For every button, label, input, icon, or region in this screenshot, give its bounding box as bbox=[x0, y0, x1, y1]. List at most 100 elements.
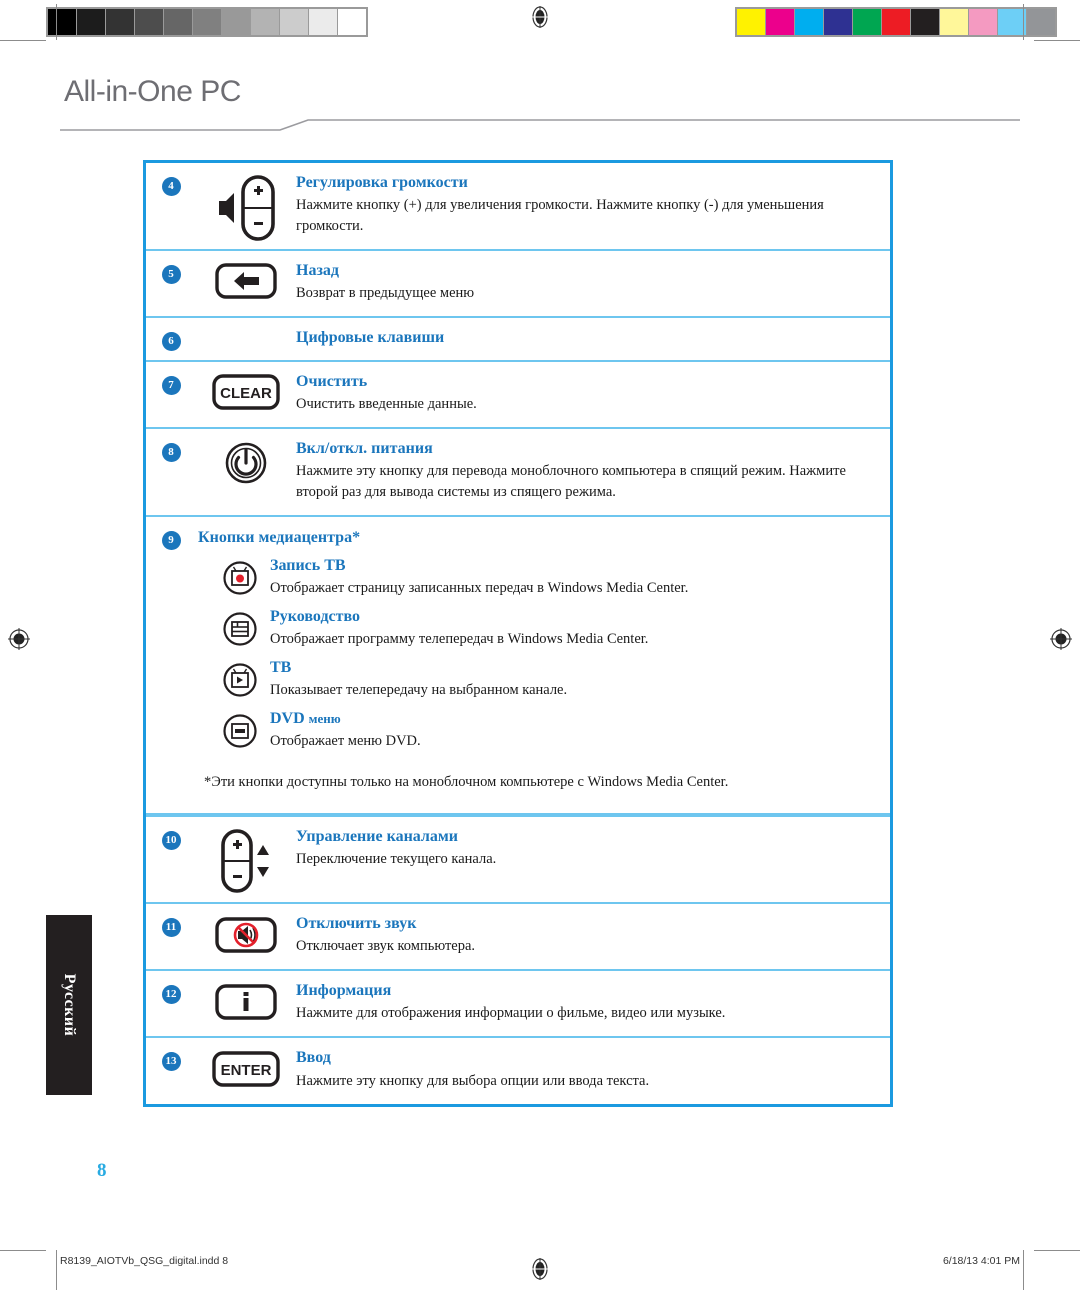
row-number-cell: 8 bbox=[146, 429, 196, 462]
row-title: Регулировка громкости bbox=[296, 174, 468, 191]
number-badge: 10 bbox=[161, 831, 181, 851]
row-description: Очистить введенные данные. bbox=[296, 395, 477, 412]
row-title: Информация bbox=[296, 982, 392, 1000]
guide-grid-icon bbox=[222, 611, 258, 652]
row-text-cell: Отключить звук Отключает звук компьютера… bbox=[296, 904, 890, 969]
calibration-swatch bbox=[48, 9, 76, 35]
calibration-swatch bbox=[135, 9, 163, 35]
number-badge: 4 bbox=[161, 177, 181, 196]
dvd-menu-icon bbox=[222, 713, 258, 754]
channel-rocker-icon bbox=[215, 827, 277, 902]
list-item: Запись ТВ Отображает страницу записанных… bbox=[210, 556, 874, 601]
media-center-item-list: Запись ТВ Отображает страницу записанных… bbox=[146, 550, 890, 754]
media-center-header: 9 Кнопки медиацентра* bbox=[146, 517, 890, 551]
calibration-swatch bbox=[853, 9, 881, 35]
row-title-main: DVD bbox=[270, 710, 305, 728]
list-item: Руководство Отображает программу телепер… bbox=[210, 607, 874, 652]
media-center-title: Кнопки медиацентра* bbox=[198, 529, 361, 547]
row-icon-cell bbox=[196, 251, 296, 306]
row-text-cell: Информация Нажмите для отображения инфор… bbox=[296, 971, 890, 1036]
row-number-cell: 6 bbox=[146, 318, 196, 352]
svg-text:CLEAR: CLEAR bbox=[220, 385, 272, 402]
table-row: 7 CLEAR Очистить Очистить введенные данн… bbox=[146, 362, 890, 429]
row-text-cell: Регулировка громкости Нажмите кнопку (+)… bbox=[296, 163, 890, 249]
row-title: DVD меню bbox=[270, 709, 874, 728]
row-number-cell: 7 bbox=[146, 362, 196, 395]
table-row: 13 ENTER Ввод Нажмите эту кнопку для выб… bbox=[146, 1038, 890, 1103]
calibration-swatch bbox=[969, 9, 997, 35]
crop-mark-bottom-right-horizontal bbox=[1034, 1250, 1080, 1251]
crop-mark-top-right-horizontal bbox=[1034, 40, 1080, 41]
row-title: Управление каналами bbox=[296, 828, 459, 846]
media-center-item-icon bbox=[210, 556, 270, 601]
calibration-swatch bbox=[737, 9, 765, 35]
row-text-cell: Ввод Нажмите эту кнопку для выбора опции… bbox=[296, 1038, 890, 1103]
header-rule-graphic bbox=[60, 119, 1020, 131]
calibration-swatch bbox=[338, 9, 366, 35]
calibration-swatch bbox=[164, 9, 192, 35]
row-icon-cell bbox=[196, 318, 296, 338]
row-text-cell: Очистить Очистить введенные данные. bbox=[296, 362, 890, 427]
page-number: 8 bbox=[97, 1160, 107, 1181]
row-title: ТВ bbox=[270, 659, 292, 677]
volume-rocker-icon bbox=[213, 173, 279, 248]
row-description: Отображает страницу записанных передач в… bbox=[270, 580, 689, 597]
row-icon-cell bbox=[196, 163, 296, 248]
calibration-swatch bbox=[882, 9, 910, 35]
row-number-cell: 12 bbox=[146, 971, 196, 1005]
footer-timestamp: 6/18/13 4:01 PM bbox=[942, 1255, 1020, 1267]
row-icon-cell: CLEAR bbox=[196, 362, 296, 417]
media-center-item-text: Запись ТВ Отображает страницу записанных… bbox=[270, 556, 874, 599]
mute-button-icon bbox=[214, 914, 278, 961]
row-title: Назад bbox=[296, 262, 339, 280]
media-center-footnote: *Эти кнопки доступны только на моноблочн… bbox=[204, 774, 729, 791]
row-description: Отображает меню DVD. bbox=[270, 733, 421, 750]
info-button-icon bbox=[214, 981, 278, 1028]
enter-button-icon: ENTER bbox=[211, 1048, 281, 1095]
calibration-swatch bbox=[824, 9, 852, 35]
power-button-icon bbox=[222, 439, 270, 492]
media-center-item-icon bbox=[210, 709, 270, 754]
remote-control-button-table: 4 Регулировка громкости Нажмите кнопку (… bbox=[143, 160, 893, 1107]
row-text-cell: Назад Возврат в предыдущее меню bbox=[296, 251, 890, 316]
calibration-swatch bbox=[998, 9, 1026, 35]
row-icon-cell bbox=[196, 904, 296, 961]
row-description: Нажмите эту кнопку для выбора опции или … bbox=[296, 1072, 650, 1089]
list-item: DVD меню Отображает меню DVD. bbox=[210, 709, 874, 754]
row-title: Запись ТВ bbox=[270, 557, 346, 575]
table-row: 8 Вкл/откл. питания Нажмите эту кнопку д… bbox=[146, 429, 890, 518]
number-badge: 9 bbox=[161, 531, 181, 551]
media-center-item-icon bbox=[210, 658, 270, 703]
tv-play-icon bbox=[222, 662, 258, 703]
row-title: Руководство bbox=[270, 608, 361, 626]
row-title-sub: меню bbox=[308, 711, 341, 727]
media-center-item-text: DVD меню Отображает меню DVD. bbox=[270, 709, 874, 752]
row-icon-cell bbox=[196, 429, 296, 492]
row-title: Отключить звук bbox=[296, 915, 417, 933]
calibration-swatch bbox=[280, 9, 308, 35]
calibration-swatch bbox=[940, 9, 968, 35]
row-description: Отображает программу телепередач в Windo… bbox=[270, 631, 649, 648]
registration-mark-top bbox=[529, 6, 551, 28]
registration-mark-right bbox=[1050, 628, 1072, 650]
language-tab-label: Русский bbox=[61, 973, 78, 1037]
row-description: Показывает телепередачу на выбранном кан… bbox=[270, 682, 568, 699]
color-calibration-bar bbox=[735, 7, 1057, 37]
calibration-swatch bbox=[251, 9, 279, 35]
row-number-cell: 5 bbox=[146, 251, 196, 285]
row-description: Возврат в предыдущее меню bbox=[296, 285, 475, 302]
calibration-swatch bbox=[77, 9, 105, 35]
row-icon-cell: ENTER bbox=[196, 1038, 296, 1095]
row-description: Нажмите кнопку (+) для увеличения громко… bbox=[296, 197, 824, 235]
row-title: Ввод bbox=[296, 1049, 331, 1067]
media-center-item-text: ТВ Показывает телепередачу на выбранном … bbox=[270, 658, 874, 701]
crop-mark-right-vertical bbox=[1023, 4, 1024, 40]
footer-filename: R8139_AIOTVb_QSG_digital.indd 8 bbox=[60, 1255, 229, 1267]
row-description: Нажмите эту кнопку для перевода моноблоч… bbox=[296, 463, 846, 501]
row-number-cell: 10 bbox=[146, 817, 196, 851]
page-header: All-in-One PC bbox=[60, 75, 1020, 131]
row-number-cell: 9 bbox=[146, 529, 196, 551]
row-description: Нажмите для отображения информации о фил… bbox=[296, 1005, 726, 1022]
number-badge: 11 bbox=[161, 918, 181, 938]
media-center-item-text: Руководство Отображает программу телепер… bbox=[270, 607, 874, 650]
